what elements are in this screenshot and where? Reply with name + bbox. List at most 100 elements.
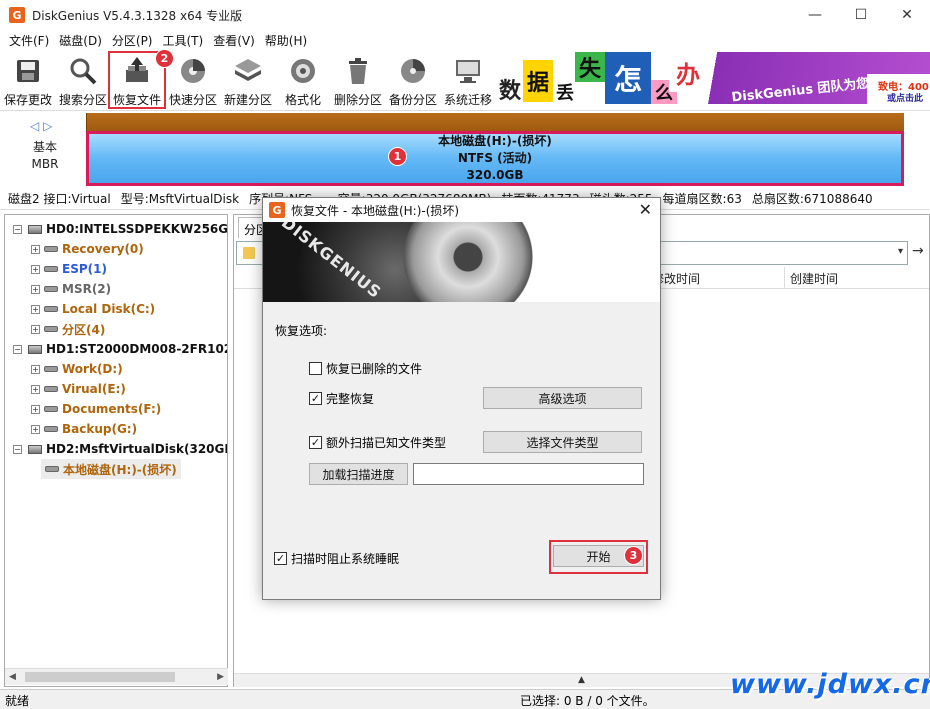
menu-file[interactable]: 文件(F) <box>4 32 54 49</box>
status-text: 就绪 <box>5 694 30 708</box>
banner-tile-7: 办 <box>669 52 707 92</box>
disk-tree: − HD0:INTELSSDPEKKW256G8( + Recovery(0) + E… <box>4 214 228 687</box>
menu-help[interactable]: 帮助(H) <box>260 32 312 49</box>
tree-partition[interactable]: + Recovery(0) <box>31 239 144 259</box>
format-icon <box>287 55 319 87</box>
partition-name: 本地磁盘(H:)-(损坏) <box>438 134 552 148</box>
expand-icon[interactable]: + <box>31 244 40 254</box>
scan-progress-path-input[interactable] <box>413 463 644 485</box>
expand-icon[interactable]: + <box>31 404 40 414</box>
recover-files-dialog: G 恢复文件 - 本地磁盘(H:)-(损坏) ✕ DISKGENIUS 恢复选项… <box>262 197 661 600</box>
scroll-right-icon[interactable]: ▶ <box>217 672 224 682</box>
hard-disk-icon <box>28 344 42 354</box>
collapse-icon[interactable]: − <box>13 444 22 454</box>
promo-banner[interactable]: 数 据 丢 失 怎 么 办 DiskGenius 团队为您服务 致电：400 或… <box>495 52 930 104</box>
partition-icon <box>44 386 58 392</box>
scrollbar-thumb[interactable] <box>25 672 175 682</box>
backup-icon <box>397 55 429 87</box>
expand-icon[interactable]: + <box>31 424 40 434</box>
expand-icon[interactable]: + <box>31 264 40 274</box>
tree-partition[interactable]: + Backup(G:) <box>31 419 137 439</box>
expand-icon[interactable]: + <box>31 384 40 394</box>
tree-partition-selected[interactable]: 本地磁盘(H:)-(损坏) <box>41 459 181 479</box>
next-disk-icon[interactable]: ▷ <box>43 119 52 133</box>
expand-icon[interactable]: + <box>31 324 40 334</box>
checkbox-checked[interactable]: ✓ <box>309 436 322 449</box>
options-label: 恢复选项: <box>275 324 328 338</box>
hard-disk-icon <box>28 224 42 234</box>
partition-block-h[interactable]: 本地磁盘(H:)-(损坏) NTFS (活动) 320.0GB <box>86 131 904 186</box>
migrate-icon <box>452 55 484 87</box>
menu-tools[interactable]: 工具(T) <box>158 32 209 49</box>
system-migration-button[interactable]: 系统迁移 <box>441 53 495 109</box>
tree-partition[interactable]: + Documents(F:) <box>31 399 161 419</box>
dialog-title: 恢复文件 - 本地磁盘(H:)-(损坏) <box>291 203 460 218</box>
checkbox-checked[interactable]: ✓ <box>274 552 287 565</box>
tree-disk-hd1[interactable]: − HD1:ST2000DM008-2FR102(1 <box>13 339 227 359</box>
chevron-up-icon[interactable]: ▲ <box>578 675 585 685</box>
collapse-icon[interactable]: − <box>13 224 22 234</box>
expand-icon[interactable]: + <box>31 364 40 374</box>
partition-icon <box>44 286 58 292</box>
banner-tile-1: 数 <box>495 74 525 104</box>
new-partition-button[interactable]: 新建分区 <box>221 53 275 109</box>
tree-disk-hd0[interactable]: − HD0:INTELSSDPEKKW256G8( <box>13 219 227 239</box>
tree-disk-hd2[interactable]: − HD2:MsftVirtualDisk(320GB) <box>13 439 227 459</box>
partition-icon <box>44 266 58 272</box>
menu-view[interactable]: 查看(V) <box>208 32 260 49</box>
dialog-title-bar: G 恢复文件 - 本地磁盘(H:)-(损坏) ✕ <box>263 198 660 222</box>
disk-map: ◁ ▷ 基本 MBR 本地磁盘(H:)-(损坏) NTFS (活动) 320.0… <box>0 110 930 188</box>
window-title: DiskGenius V5.4.3.1328 x64 专业版 <box>32 8 243 23</box>
menu-partition[interactable]: 分区(P) <box>107 32 158 49</box>
hard-disk-icon <box>28 444 42 454</box>
dialog-banner: DISKGENIUS <box>263 222 660 302</box>
tree-partition[interactable]: + Work(D:) <box>31 359 123 379</box>
hard-disk-platter-icon <box>403 222 533 302</box>
site-watermark: www.jdwx.cn <box>730 669 930 700</box>
prev-disk-icon[interactable]: ◁ <box>30 119 39 133</box>
go-arrow-icon[interactable]: → <box>912 243 924 259</box>
expand-icon[interactable]: + <box>31 284 40 294</box>
minimize-button[interactable]: — <box>792 0 838 30</box>
recover-deleted-checkbox[interactable]: 恢复已删除的文件 <box>309 360 422 377</box>
scan-known-types-checkbox[interactable]: ✓ 额外扫描已知文件类型 <box>309 434 446 451</box>
tree-partition[interactable]: + Local Disk(C:) <box>31 299 155 319</box>
column-created[interactable]: 创建时间 <box>790 270 838 287</box>
checkbox-unchecked[interactable] <box>309 362 322 375</box>
scroll-left-icon[interactable]: ◀ <box>9 672 16 682</box>
tree-horizontal-scrollbar[interactable]: ◀ ▶ <box>5 668 228 685</box>
format-button[interactable]: 格式化 <box>276 53 330 109</box>
collapse-icon[interactable]: − <box>13 344 22 354</box>
tree-partition[interactable]: + 分区(4) <box>31 319 105 339</box>
expand-icon[interactable]: + <box>31 304 40 314</box>
partition-icon <box>44 326 58 332</box>
step-badge-1: 1 <box>388 147 407 166</box>
load-scan-progress-button[interactable]: 加载扫描进度 <box>309 463 408 485</box>
app-logo-icon: G <box>269 202 285 218</box>
partition-fs: NTFS (活动) <box>457 151 533 165</box>
quick-partition-button[interactable]: 快速分区 <box>166 53 220 109</box>
dialog-close-icon[interactable]: ✕ <box>639 200 652 219</box>
close-button[interactable]: ✕ <box>884 0 930 30</box>
banner-tile-2: 据 <box>523 60 553 102</box>
save-changes-button[interactable]: 保存更改 <box>1 53 55 109</box>
title-bar: G DiskGenius V5.4.3.1328 x64 专业版 — ☐ ✕ <box>0 0 930 30</box>
step-badge-3: 3 <box>624 546 643 565</box>
tree-partition[interactable]: + Virual(E:) <box>31 379 126 399</box>
backup-partition-button[interactable]: 备份分区 <box>386 53 440 109</box>
chevron-down-icon[interactable]: ▾ <box>898 246 903 257</box>
partition-icon <box>44 366 58 372</box>
advanced-options-button[interactable]: 高级选项 <box>483 387 642 409</box>
menu-disk[interactable]: 磁盘(D) <box>54 32 107 49</box>
full-recovery-checkbox[interactable]: ✓ 完整恢复 <box>309 390 374 407</box>
menu-bar: 文件(F) 磁盘(D) 分区(P) 工具(T) 查看(V) 帮助(H) <box>0 30 930 50</box>
delete-partition-button[interactable]: 删除分区 <box>331 53 385 109</box>
select-file-types-button[interactable]: 选择文件类型 <box>483 431 642 453</box>
maximize-button[interactable]: ☐ <box>838 0 884 30</box>
tree-partition[interactable]: + MSR(2) <box>31 279 111 299</box>
disk-bar: 本地磁盘(H:)-(损坏) NTFS (活动) 320.0GB 1 <box>86 113 904 186</box>
tree-partition[interactable]: + ESP(1) <box>31 259 107 279</box>
search-partition-button[interactable]: 搜索分区 <box>56 53 110 109</box>
prevent-sleep-checkbox[interactable]: ✓ 扫描时阻止系统睡眠 <box>274 550 399 567</box>
checkbox-checked[interactable]: ✓ <box>309 392 322 405</box>
